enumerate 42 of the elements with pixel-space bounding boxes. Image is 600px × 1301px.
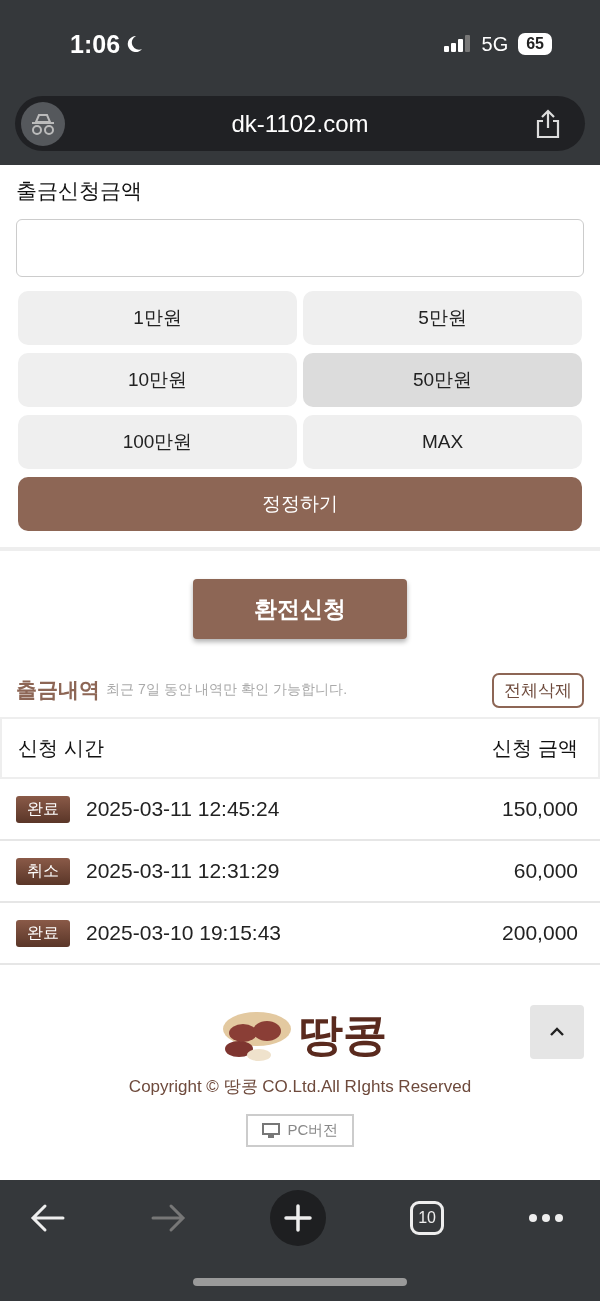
amount-input[interactable]	[16, 219, 584, 277]
incognito-icon	[21, 101, 65, 146]
request-amount: 150,000	[502, 797, 578, 821]
history-note: 최근 7일 동안 내역만 확인 가능합니다.	[106, 681, 348, 699]
status-badge: 완료	[16, 795, 70, 823]
logo-text: 땅콩	[299, 1008, 387, 1061]
request-time: 2025-03-11 12:45:24	[86, 797, 280, 821]
status-time: 1:06	[70, 29, 121, 59]
address-bar[interactable]: dk-1102.com	[15, 96, 585, 151]
copyright-text: Copyright © 땅콩 CO.Ltd.All RIghts Reserved	[128, 1076, 472, 1098]
amount-button[interactable]: 10만원	[18, 353, 297, 407]
field-label: 출금신청금액	[16, 178, 143, 204]
history-title: 출금내역	[16, 677, 100, 703]
request-amount: 60,000	[513, 859, 578, 883]
pc-version-button[interactable]: PC버전	[245, 1114, 355, 1147]
column-header: 신청 금액	[492, 735, 578, 761]
request-amount: 200,000	[502, 921, 578, 945]
amount-button[interactable]: 50만원	[303, 353, 582, 407]
amount-button[interactable]: MAX	[303, 415, 582, 469]
request-time: 2025-03-11 12:31:29	[86, 859, 280, 883]
tabs-button[interactable]: 10	[410, 1201, 444, 1235]
amount-button[interactable]: 1만원	[18, 291, 297, 345]
monitor-icon	[261, 1122, 280, 1139]
status-badge: 취소	[16, 857, 70, 885]
network-label: 5G	[481, 32, 509, 56]
submit-button[interactable]: 환전신청	[193, 579, 407, 639]
column-header: 신청 시간	[18, 735, 104, 761]
delete-all-button[interactable]: 전체삭제	[492, 672, 584, 708]
back-icon[interactable]	[30, 1203, 66, 1233]
amount-button[interactable]: 5만원	[303, 291, 582, 345]
more-icon[interactable]	[528, 1213, 564, 1223]
request-time: 2025-03-10 19:15:43	[86, 921, 281, 945]
url-text: dk-1102.com	[230, 109, 370, 138]
new-tab-icon[interactable]	[270, 1190, 327, 1246]
amount-button[interactable]: 100만원	[18, 415, 297, 469]
reset-button[interactable]: 정정하기	[18, 477, 582, 531]
status-badge: 완료	[16, 919, 70, 947]
battery-level: 65	[518, 33, 552, 55]
share-icon[interactable]	[535, 108, 561, 139]
caret-icon	[549, 1027, 565, 1037]
signal-icon	[443, 35, 472, 53]
forward-icon[interactable]	[150, 1203, 187, 1233]
